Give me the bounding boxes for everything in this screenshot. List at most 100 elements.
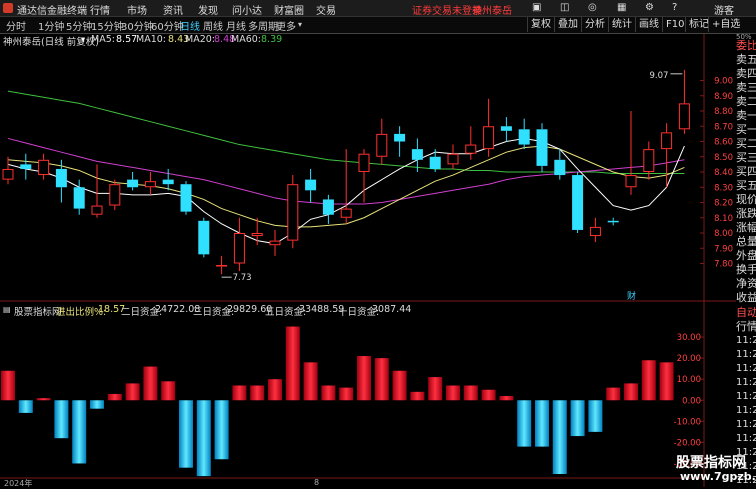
analysis-button[interactable]: 分析 [581, 17, 611, 32]
fund-flow-bar [463, 385, 478, 401]
tick-time: 11:2 [736, 335, 756, 346]
candle[interactable] [678, 69, 690, 134]
candle[interactable] [661, 123, 673, 188]
fund-flow-bar [143, 366, 158, 401]
guest-label[interactable]: 游客 [714, 2, 734, 17]
sidebar-auto[interactable]: 自动 [736, 306, 756, 320]
tools-icon[interactable]: ▦ [617, 2, 626, 13]
fund-flow-bar [410, 391, 425, 401]
candle[interactable] [109, 179, 121, 211]
sidebar-item: 卖四 [736, 67, 756, 80]
menu-markets[interactable]: 市场 [127, 2, 147, 17]
fund-flow-bar [321, 385, 336, 401]
sidebar-item: 买三 [736, 151, 756, 164]
menu-trade[interactable]: 交易 [316, 2, 336, 17]
overlay-button[interactable]: 叠加 [554, 17, 584, 32]
tick-time: 11:2 [736, 433, 756, 444]
candle[interactable] [376, 118, 388, 165]
menu-wealth[interactable]: 财富圈 [274, 2, 304, 17]
period-tab-more[interactable]: 更多 [276, 18, 296, 33]
sidebar-item: 净资 [736, 277, 756, 290]
period-tab[interactable]: 15分钟 [91, 18, 124, 33]
indicator-tick-label: 10.00 [677, 375, 701, 385]
menu-ask[interactable]: 问小达 [232, 2, 262, 17]
fund-flow-bar [36, 398, 51, 401]
period-tab[interactable]: 多周期 [248, 18, 278, 33]
draw-button[interactable]: 画线 [635, 17, 665, 32]
candle[interactable] [127, 172, 139, 191]
fund-flow-bar [196, 400, 211, 477]
candle[interactable] [2, 156, 14, 185]
candle[interactable] [607, 217, 619, 226]
candle[interactable] [625, 111, 637, 195]
fund-flow-bar [374, 358, 389, 401]
msg-icon[interactable]: ◫ [560, 2, 569, 13]
period-tab-active[interactable]: 日线 [180, 18, 200, 33]
menu-market[interactable]: 行情 [90, 2, 110, 17]
candle[interactable] [518, 118, 530, 150]
price-tick-label: 8.40 [714, 168, 733, 178]
candle[interactable] [589, 217, 601, 243]
candle[interactable] [38, 153, 50, 180]
price-chart[interactable]: 9.00 8.90 8.80 8.70 8.60 8.50 8.40 8.30 8.20 8.10… [0, 34, 736, 487]
menu-news[interactable]: 资讯 [163, 2, 183, 17]
candle[interactable] [500, 117, 512, 142]
menu-icon[interactable]: ▣ [532, 2, 541, 13]
candle[interactable] [447, 144, 459, 169]
indicator-icon[interactable]: ▤ [3, 305, 11, 314]
candle[interactable] [20, 153, 32, 180]
sidebar-quote[interactable]: 行情 [736, 320, 756, 334]
sidebar-item: 现价 [736, 193, 756, 206]
period-tab[interactable]: 30分钟 [121, 18, 154, 33]
candle[interactable] [144, 172, 156, 195]
stats-button[interactable]: 统计 [608, 17, 638, 32]
adjust-button[interactable]: 复权 [527, 17, 557, 32]
candle[interactable] [305, 168, 317, 203]
period-tab[interactable]: 分时 [6, 18, 26, 33]
candle[interactable] [358, 149, 370, 203]
period-tab[interactable]: 60分钟 [151, 18, 184, 33]
period-tab[interactable]: 1分钟 [38, 18, 64, 33]
add-favorite-button[interactable]: +自选 [708, 17, 746, 32]
day10-value: 3087.44 [372, 304, 412, 315]
fund-flow-bar [339, 387, 354, 401]
app-logo-icon [3, 3, 13, 13]
candle[interactable] [483, 98, 495, 157]
candle[interactable] [198, 217, 210, 258]
candle[interactable] [287, 175, 299, 249]
finance-event-marker[interactable]: 财 [627, 290, 636, 302]
fund-flow-bar [179, 400, 193, 468]
price-tick-label: 7.80 [714, 260, 733, 270]
candle[interactable] [91, 164, 103, 218]
candle[interactable] [233, 217, 245, 272]
candle[interactable] [269, 229, 281, 256]
candle[interactable] [394, 126, 406, 157]
period-tab[interactable]: 5分钟 [66, 18, 92, 33]
candle[interactable] [340, 149, 352, 224]
fund-flow-bar [268, 379, 282, 401]
candle[interactable] [216, 255, 228, 275]
bell-icon[interactable]: ◎ [588, 2, 597, 13]
price-tick-label: 7.90 [714, 244, 733, 254]
period-tab[interactable]: 月线 [226, 18, 246, 33]
more-chevron-icon[interactable]: ▾ [298, 20, 302, 29]
tick-time: 11:2 [736, 349, 756, 360]
candle[interactable] [322, 194, 334, 224]
help-icon[interactable]: ? [672, 2, 677, 13]
candle[interactable] [465, 126, 477, 160]
period-tab[interactable]: 周线 [203, 18, 223, 33]
fund-flow-bar [641, 360, 656, 401]
candle[interactable] [572, 172, 584, 233]
candle[interactable] [55, 159, 67, 203]
high-price-label: 9.07 [649, 71, 668, 81]
candle[interactable] [536, 123, 548, 172]
tick-time: 11:2 [736, 363, 756, 374]
candle[interactable] [180, 181, 192, 215]
price-tick-label: 8.00 [714, 229, 733, 239]
menu-discover[interactable]: 发现 [198, 2, 218, 17]
fund-flow-bar [499, 396, 514, 401]
candle[interactable] [162, 168, 174, 191]
settings-icon[interactable]: ⚙ [645, 2, 654, 13]
fund-flow-bar [659, 362, 674, 401]
fund-flow-bar [428, 377, 443, 401]
